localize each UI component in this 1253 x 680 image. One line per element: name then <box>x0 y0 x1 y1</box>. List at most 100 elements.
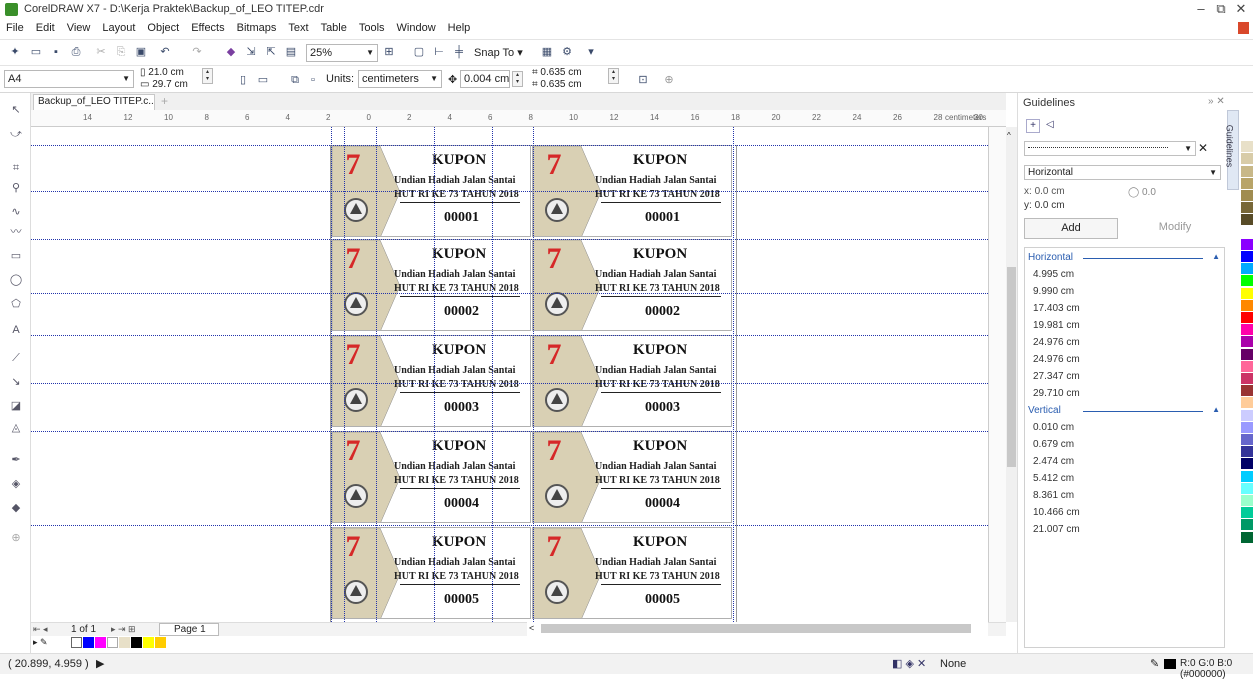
orientation-select[interactable]: Horizontal ▼ <box>1024 165 1221 180</box>
menu-tools[interactable]: Tools <box>359 22 385 34</box>
gold-swatch[interactable] <box>155 637 166 648</box>
scroll-up-icon[interactable]: ^ <box>1007 131 1011 140</box>
guideline-item[interactable]: 24.976 cm <box>1033 337 1080 348</box>
palette-swatch[interactable] <box>1241 482 1253 494</box>
horizontal-scrollbar[interactable]: < <box>527 622 988 636</box>
vertical-guideline[interactable] <box>434 127 435 622</box>
palette-swatch[interactable] <box>1241 421 1253 433</box>
landscape-icon[interactable]: ▭ <box>256 73 270 87</box>
new-tab-icon[interactable]: + <box>161 94 168 108</box>
vertical-guideline[interactable] <box>733 127 734 622</box>
yellow-swatch[interactable] <box>143 637 154 648</box>
ellipse-tool-icon[interactable]: ◯ <box>9 273 23 287</box>
pick-tool-icon[interactable]: ↖ <box>9 103 23 117</box>
horizontal-guideline[interactable] <box>31 335 988 336</box>
palette-swatch[interactable] <box>1241 238 1253 250</box>
full-screen-icon[interactable]: ▢ <box>412 45 426 59</box>
palette-swatch[interactable] <box>1241 458 1253 470</box>
horizontal-guideline[interactable] <box>31 191 988 192</box>
polygon-tool-icon[interactable]: ⬠ <box>9 297 23 311</box>
palette-arrow-icon[interactable]: ▸ ✎ <box>33 637 48 648</box>
guideline-item[interactable]: 21.007 cm <box>1033 524 1080 535</box>
units-select[interactable]: centimeters ▼ <box>358 70 442 88</box>
options-icon[interactable]: ⚙ <box>560 45 574 59</box>
publish-pdf-icon[interactable]: ▤ <box>284 45 298 59</box>
palette-swatch[interactable] <box>1241 385 1253 397</box>
palette-swatch[interactable] <box>1241 214 1253 226</box>
menu-text[interactable]: Text <box>288 22 308 34</box>
menu-view[interactable]: View <box>67 22 91 34</box>
menu-help[interactable]: Help <box>448 22 471 34</box>
palette-swatch[interactable] <box>1241 177 1253 189</box>
angle-field[interactable]: ◯ 0.0 <box>1128 187 1156 198</box>
palette-swatch[interactable] <box>1241 263 1253 275</box>
palette-swatch[interactable] <box>1241 153 1253 165</box>
palette-swatch[interactable] <box>1241 397 1253 409</box>
palette-swatch[interactable] <box>1241 129 1253 140</box>
eyedropper-tool-icon[interactable]: ✒ <box>9 453 23 467</box>
document-tab[interactable]: Backup_of_LEO TITEP.c... <box>33 94 155 110</box>
coupon-card[interactable]: 7 KUPON Undian Hadiah Jalan Santai HUT RI K… <box>331 527 531 619</box>
coupon-card[interactable]: 7 KUPON Undian Hadiah Jalan Santai HUT RI K… <box>331 431 531 523</box>
print-icon[interactable]: ⎙ <box>69 45 83 59</box>
add-page-icon[interactable]: ⊕ <box>662 73 676 87</box>
palette-swatch[interactable] <box>1241 470 1253 482</box>
bleed-icon[interactable]: ⊡ <box>636 73 650 87</box>
menu-table[interactable]: Table <box>321 22 347 34</box>
save-icon[interactable]: ▪ <box>49 45 63 59</box>
guideline-item[interactable]: 0.010 cm <box>1033 422 1074 433</box>
guideline-item[interactable]: 8.361 cm <box>1033 490 1074 501</box>
page-width-spinner[interactable]: ▴ ▾ <box>202 68 213 84</box>
import-icon[interactable]: ⇲ <box>244 45 258 59</box>
shape-tool-icon[interactable]: ⤻ <box>9 127 23 141</box>
show-guidelines-icon[interactable]: ╪ <box>452 45 466 59</box>
show-rulers-icon[interactable]: ⊢ <box>432 45 446 59</box>
menu-window[interactable]: Window <box>397 22 436 34</box>
nudge-distance-field[interactable]: 0.004 cm <box>460 70 510 88</box>
guidelines-vertical-tab[interactable]: Guidelines <box>1224 110 1239 190</box>
palette-swatch[interactable] <box>1241 165 1253 177</box>
palette-swatch[interactable] <box>1241 348 1253 360</box>
transparency-tool-icon[interactable]: ◬ <box>9 421 23 435</box>
snap-to-dropdown[interactable]: Snap To ▾ <box>474 46 523 59</box>
restore-icon[interactable]: ⧉ <box>1213 1 1229 17</box>
duplicate-x-field[interactable]: ⌗ 0.635 cm <box>532 67 582 78</box>
page-height-field[interactable]: ▭ 29.7 cm <box>140 79 188 90</box>
palette-swatch[interactable] <box>1241 373 1253 384</box>
scroll-left-icon[interactable]: < <box>529 623 534 633</box>
page-tab[interactable]: Page 1 <box>159 623 219 636</box>
x-position-field[interactable]: x: 0.0 cm <box>1024 186 1065 197</box>
horizontal-guideline[interactable] <box>31 525 988 526</box>
vertical-ruler[interactable] <box>988 127 1006 622</box>
guideline-item[interactable]: 0.679 cm <box>1033 439 1074 450</box>
coupon-card[interactable]: 7 KUPON Undian Hadiah Jalan Santai HUT RI K… <box>331 239 531 331</box>
redo-icon[interactable]: ↷ <box>190 45 204 59</box>
page-width-field[interactable]: ▯ 21.0 cm <box>140 67 184 78</box>
palette-swatch[interactable] <box>1241 324 1253 336</box>
all-pages-icon[interactable]: ⧉ <box>288 73 302 87</box>
y-position-field[interactable]: y: 0.0 cm <box>1024 200 1065 211</box>
vertical-scrollbar[interactable]: ^ <box>1006 127 1017 622</box>
guideline-item[interactable]: 9.990 cm <box>1033 286 1074 297</box>
minimize-icon[interactable]: – <box>1193 1 1209 16</box>
menu-file[interactable]: File <box>6 22 24 34</box>
smart-fill-icon[interactable]: ◆ <box>9 501 23 515</box>
menu-effects[interactable]: Effects <box>191 22 224 34</box>
close-icon[interactable]: ✕ <box>1233 1 1249 17</box>
first-page-icon[interactable]: ⇤ ◂ <box>33 624 48 635</box>
copy-icon[interactable]: ⎘ <box>114 45 128 59</box>
cream-swatch[interactable] <box>119 637 130 648</box>
menu-edit[interactable]: Edit <box>36 22 55 34</box>
coupon-card[interactable]: 7 KUPON Undian Hadiah Jalan Santai HUT RI K… <box>532 239 732 331</box>
zoom-tool-icon[interactable]: ⚲ <box>9 181 23 195</box>
coupon-card[interactable]: 7 KUPON Undian Hadiah Jalan Santai HUT RI K… <box>532 335 732 427</box>
palette-swatch[interactable] <box>1241 251 1253 262</box>
guideline-item[interactable]: 19.981 cm <box>1033 320 1080 331</box>
horizontal-section-header[interactable]: Horizontal <box>1028 252 1204 263</box>
palette-swatch[interactable] <box>1241 434 1253 445</box>
paste-icon[interactable]: ▣ <box>134 45 148 59</box>
palette-swatch[interactable] <box>1241 141 1253 153</box>
line-style-select[interactable]: ▼ <box>1024 141 1196 156</box>
coupon-card[interactable]: 7 KUPON Undian Hadiah Jalan Santai HUT RI K… <box>532 431 732 523</box>
horizontal-scroll-thumb[interactable] <box>541 624 971 633</box>
